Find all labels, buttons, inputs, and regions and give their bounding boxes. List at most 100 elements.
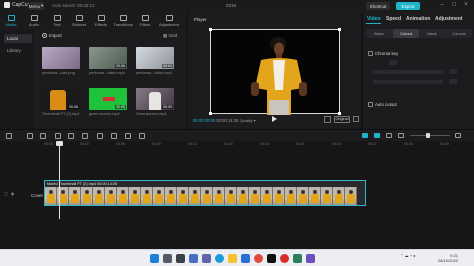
select-tool-icon[interactable] xyxy=(6,133,12,139)
fit-view-icon[interactable] xyxy=(324,116,331,123)
intensity-value[interactable] xyxy=(449,69,457,74)
zoom-slider[interactable] xyxy=(410,135,450,136)
task-view-icon[interactable] xyxy=(176,254,185,263)
crop-icon[interactable] xyxy=(139,133,145,139)
player-timecode: 00:00:00:00 00:00:14:26 xyxy=(193,118,238,123)
capcut-icon[interactable] xyxy=(267,254,276,263)
shadow-slider[interactable] xyxy=(373,80,443,84)
zoom-out-icon[interactable] xyxy=(398,133,404,138)
file-explorer-icon[interactable] xyxy=(228,254,237,263)
chroma-key-checkbox[interactable] xyxy=(368,51,373,56)
edge-icon[interactable] xyxy=(215,254,224,263)
record-icon[interactable] xyxy=(280,254,289,263)
media-duration: 00:06 xyxy=(68,105,79,109)
cover-button[interactable]: Cover xyxy=(31,193,43,198)
playhead[interactable] xyxy=(59,141,60,219)
tab-video[interactable]: Video xyxy=(367,16,381,22)
shadow-value[interactable] xyxy=(449,79,457,84)
tool-adjustment[interactable]: Adjustment xyxy=(159,13,179,29)
play-icon[interactable] xyxy=(272,116,277,122)
media-caption: performa...ucts.png xyxy=(42,71,75,75)
ruler-tick: 00:03 xyxy=(80,142,89,146)
aspect-ratio-button[interactable]: Original xyxy=(334,116,350,123)
widgets-icon[interactable] xyxy=(189,254,198,263)
tool-label: Stickers xyxy=(71,22,87,27)
import-button[interactable]: + Import xyxy=(42,33,62,38)
split-icon[interactable] xyxy=(55,133,61,139)
media-caption: green screen.mp4 xyxy=(89,112,120,116)
nav-local[interactable]: Local xyxy=(4,34,32,43)
minimize-icon[interactable]: – xyxy=(438,2,446,8)
freeze-icon[interactable] xyxy=(82,133,88,139)
maximize-icon[interactable]: □ xyxy=(450,2,458,8)
playhead-handle[interactable] xyxy=(56,141,63,146)
subtab-canvas[interactable]: Canvas xyxy=(446,29,472,38)
shortcut-button[interactable]: Shortcut xyxy=(366,2,390,10)
reverse-icon[interactable] xyxy=(97,133,103,139)
resize-handle[interactable] xyxy=(209,112,212,115)
tray-icons[interactable]: ⌃ ☁ ◔ ◂ xyxy=(400,253,415,258)
tool-audio[interactable]: Audio xyxy=(25,13,43,29)
redo-icon[interactable] xyxy=(40,133,46,139)
preview-axis-icon[interactable] xyxy=(386,133,392,138)
app-icon[interactable] xyxy=(293,254,302,263)
resize-handle[interactable] xyxy=(209,28,212,31)
nav-library[interactable]: Library xyxy=(4,46,32,55)
media-thumbnail[interactable]: 00:05 xyxy=(89,88,127,110)
ruler-tick: 00:06 xyxy=(116,142,125,146)
magnet-icon[interactable] xyxy=(362,133,368,138)
media-thumbnail[interactable]: 00:06 xyxy=(42,88,80,110)
video-preview[interactable] xyxy=(209,28,341,115)
tool-filters[interactable]: Filters xyxy=(136,13,154,29)
link-icon[interactable] xyxy=(374,133,380,138)
undo-icon[interactable] xyxy=(27,133,33,139)
preview-frame xyxy=(251,37,307,115)
subtab-basic[interactable]: Basic xyxy=(366,29,392,38)
tool-effects[interactable]: Effects xyxy=(92,13,110,29)
mirror-icon[interactable] xyxy=(111,133,117,139)
windows-start-icon[interactable] xyxy=(150,254,159,263)
tab-animation[interactable]: Animation xyxy=(406,16,430,22)
media-panel: Local Library + Import ▦ Grid performa..… xyxy=(0,30,187,129)
clip-frame-thumbnail xyxy=(321,187,333,205)
resize-handle[interactable] xyxy=(338,28,341,31)
delete-icon[interactable] xyxy=(68,133,74,139)
tool-media[interactable]: Media xyxy=(2,13,20,29)
clip-frame-thumbnail xyxy=(165,187,177,205)
subtab-mask[interactable]: Mask xyxy=(419,29,445,38)
lock-icon[interactable]: ▢ xyxy=(4,191,8,196)
clock[interactable]: 9:21 28/10/2022 xyxy=(438,253,458,263)
media-thumbnail[interactable]: 00:06 xyxy=(89,47,127,69)
color-picker-swatch[interactable] xyxy=(389,60,397,65)
taskbar-search-icon[interactable] xyxy=(163,254,172,263)
close-icon[interactable]: × xyxy=(462,2,470,8)
quality-label: Quality xyxy=(240,118,253,123)
tool-stickers[interactable]: Stickers xyxy=(70,13,88,29)
fullscreen-icon[interactable] xyxy=(353,116,359,122)
tab-adjustment[interactable]: Adjustment xyxy=(435,16,463,22)
quality-dropdown[interactable]: Quality ▾ xyxy=(240,118,256,123)
zoom-in-icon[interactable] xyxy=(455,133,461,138)
auto-cutout-checkbox[interactable] xyxy=(368,102,373,107)
video-clip[interactable]: Muted Thumbnail FT (2).mp4 00:00:14:26 xyxy=(44,180,366,206)
tool-transitions[interactable]: Transitions xyxy=(113,13,133,29)
resize-handle[interactable] xyxy=(338,112,341,115)
media-thumbnail[interactable]: 00:04 xyxy=(136,47,174,69)
intensity-slider[interactable] xyxy=(373,70,443,74)
tab-speed[interactable]: Speed xyxy=(386,16,401,22)
media-thumbnail[interactable]: 00:09 xyxy=(136,88,174,110)
export-button[interactable]: Export xyxy=(396,2,420,10)
zoom-slider-handle[interactable] xyxy=(426,133,430,138)
subtab-cutout[interactable]: Cutout xyxy=(393,29,419,38)
visibility-icon[interactable]: ◉ xyxy=(11,191,15,196)
chrome-icon[interactable] xyxy=(254,254,263,263)
store-icon[interactable] xyxy=(241,254,250,263)
clip-frame-thumbnail xyxy=(333,187,345,205)
rotate-icon[interactable] xyxy=(125,133,131,139)
media-thumbnail[interactable] xyxy=(42,47,80,69)
tool-text[interactable]: Text xyxy=(48,13,66,29)
teams-chat-icon[interactable] xyxy=(202,254,211,263)
app-icon-2[interactable] xyxy=(306,254,315,263)
view-toggle[interactable]: ▦ Grid xyxy=(163,33,177,39)
menu-button[interactable]: Menu ▾ xyxy=(28,2,44,10)
